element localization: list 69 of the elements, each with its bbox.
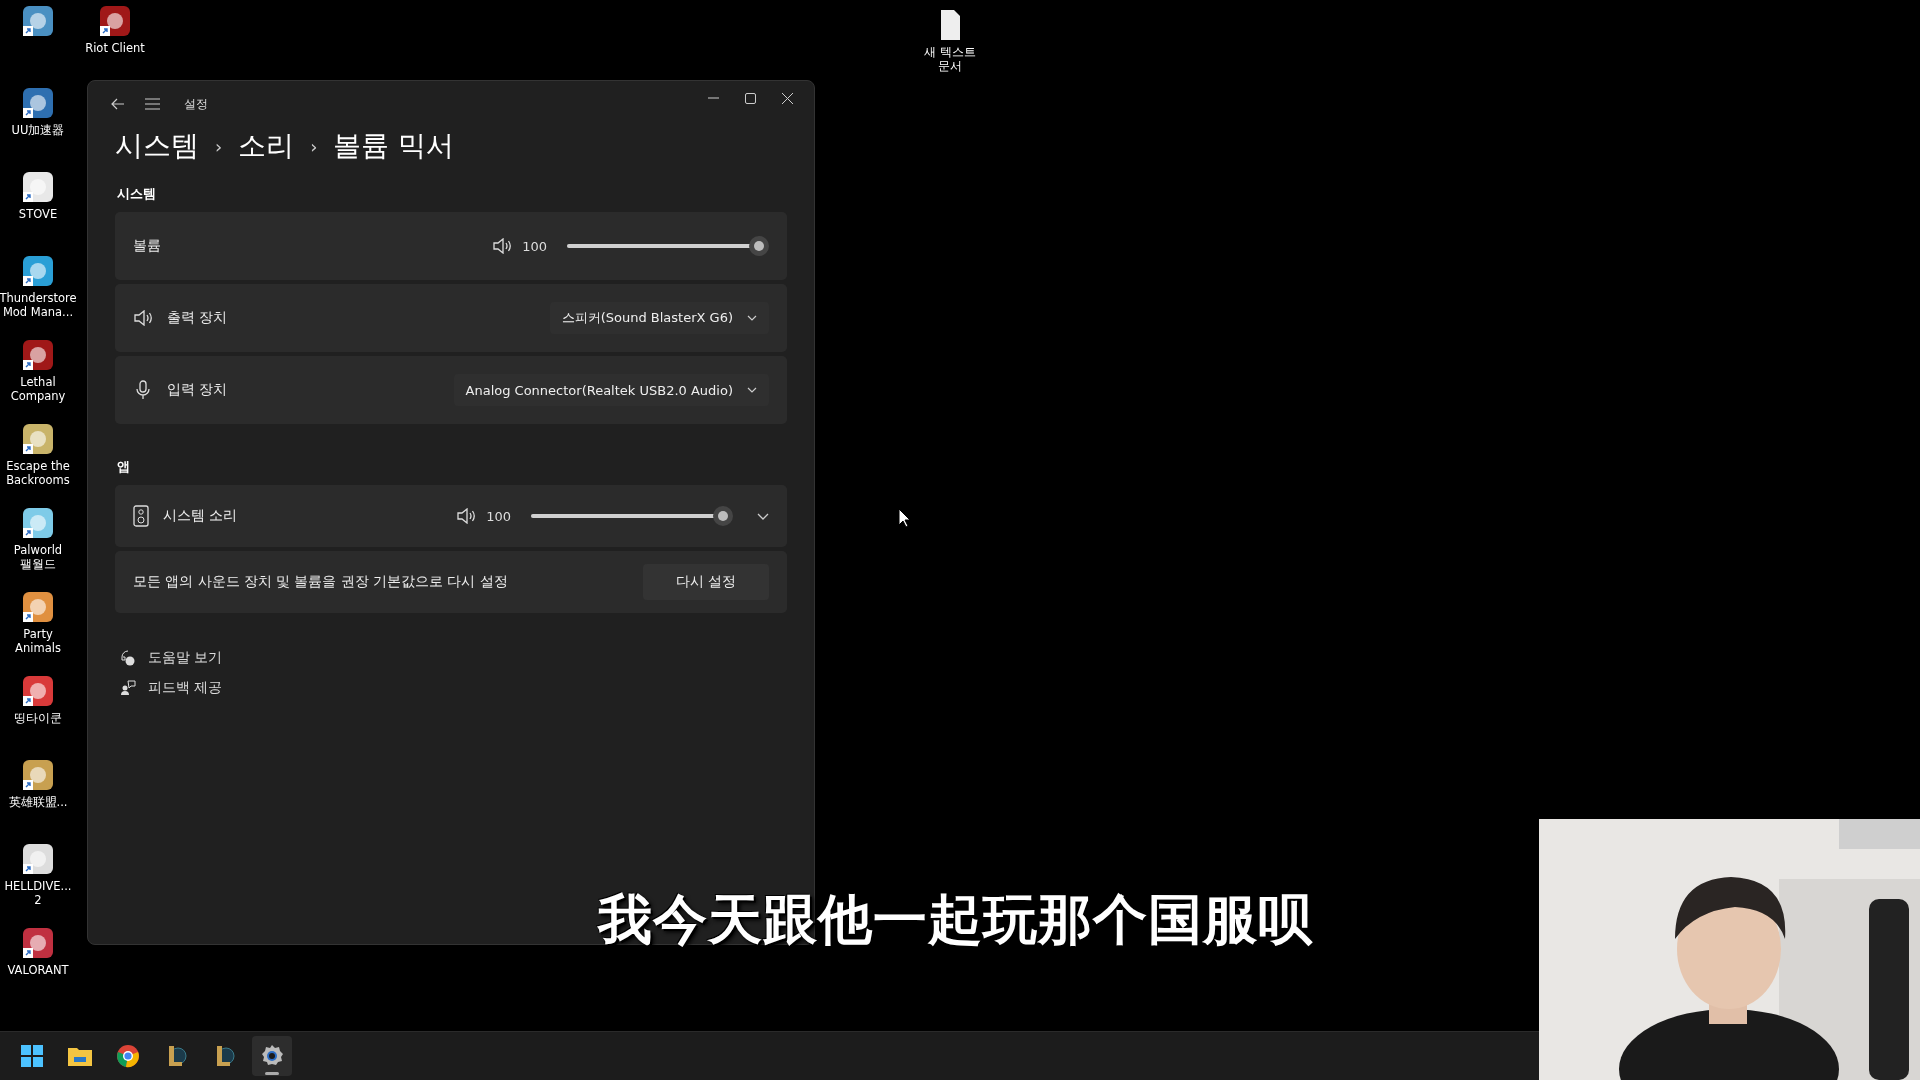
feedback-icon — [120, 680, 136, 696]
app-icon[interactable] — [21, 758, 55, 792]
input-device-dropdown[interactable]: Analog Connector(Realtek USB2.0 Audio) — [453, 374, 769, 406]
expand-button[interactable] — [757, 512, 769, 520]
app-icon[interactable] — [21, 170, 55, 204]
section-heading: 시스템 — [117, 185, 156, 203]
help-link[interactable]: 도움말 보기 — [120, 643, 787, 673]
icon-label: 띵타이쿤 — [14, 711, 62, 725]
speaker-icon — [133, 310, 153, 326]
speaker-box-icon — [133, 505, 149, 527]
chevron-down-icon — [747, 315, 757, 321]
app-icon[interactable] — [21, 86, 55, 120]
slider-thumb[interactable] — [713, 506, 733, 526]
gear-icon — [260, 1044, 284, 1068]
icon-label: Party Animals — [15, 627, 61, 655]
close-button[interactable] — [782, 92, 793, 104]
back-button[interactable] — [111, 98, 125, 110]
app-icon[interactable] — [21, 506, 55, 540]
section-heading: 앱 — [117, 458, 130, 476]
app-icon[interactable] — [21, 254, 55, 288]
app-icon[interactable] — [21, 926, 55, 960]
maximize-button[interactable] — [745, 92, 756, 104]
windows-icon — [21, 1045, 43, 1067]
app-icon[interactable] — [21, 590, 55, 624]
taskbar-button[interactable] — [252, 1036, 292, 1076]
icon-label: STOVE — [18, 207, 58, 221]
icon-label: Escape the Backrooms — [6, 459, 70, 487]
folder-icon — [68, 1046, 92, 1066]
menu-button[interactable] — [145, 98, 160, 110]
window-title: 설정 — [184, 95, 208, 113]
chevron-down-icon — [747, 387, 757, 393]
slider-thumb[interactable] — [749, 236, 769, 256]
row-label: 출력 장치 — [167, 309, 228, 327]
speaker-icon — [492, 238, 513, 254]
app-name: 시스템 소리 — [163, 507, 238, 525]
volume-reading: 100 — [522, 238, 547, 254]
reset-button[interactable]: 다시 설정 — [643, 564, 769, 600]
app-icon[interactable] — [21, 422, 55, 456]
output-device-dropdown[interactable]: 스피커(Sound BlasterX G6) — [549, 302, 769, 334]
help-icon — [120, 650, 136, 666]
app-icon[interactable] — [98, 4, 132, 38]
icon-label: VALORANT — [7, 963, 69, 977]
breadcrumb-item[interactable]: 시스템 — [115, 127, 199, 165]
row-label: 입력 장치 — [167, 381, 228, 399]
app-icon[interactable] — [21, 674, 55, 708]
icon-label: Riot Client — [85, 41, 145, 55]
reset-description: 모든 앱의 사운드 장치 및 볼륨을 권장 기본값으로 다시 설정 — [133, 573, 508, 591]
speaker-icon — [456, 508, 477, 524]
browser-icon — [116, 1044, 140, 1068]
icon-label: Lethal Company — [10, 375, 66, 403]
feedback-link[interactable]: 피드백 제공 — [120, 673, 787, 703]
cursor-icon — [898, 508, 912, 528]
icon-label: UU加速器 — [11, 123, 65, 137]
app-icon[interactable] — [21, 842, 55, 876]
icon-label: Palworld 팰월드 — [13, 543, 63, 571]
subtitle: 我今天跟他一起玩那个国服呗 — [598, 887, 1313, 953]
microphone-icon — [133, 380, 153, 400]
breadcrumb-separator: › — [310, 135, 318, 157]
app-icon[interactable] — [21, 338, 55, 372]
row-label: 볼륨 — [133, 237, 161, 255]
breadcrumb-item[interactable]: 소리 — [238, 127, 295, 165]
breadcrumb-item: 볼륨 믹서 — [333, 128, 455, 164]
volume-reading: 100 — [486, 508, 511, 524]
icon-label: 英雄联盟... — [8, 795, 68, 809]
app-icon[interactable] — [21, 4, 55, 38]
icon-label: Thunderstore Mod Mana... — [0, 291, 77, 319]
icon-label: HELLDIVE... 2 — [4, 879, 72, 907]
breadcrumb-separator: › — [215, 135, 223, 157]
icon-label: 새 텍스트 문서 — [924, 45, 976, 73]
